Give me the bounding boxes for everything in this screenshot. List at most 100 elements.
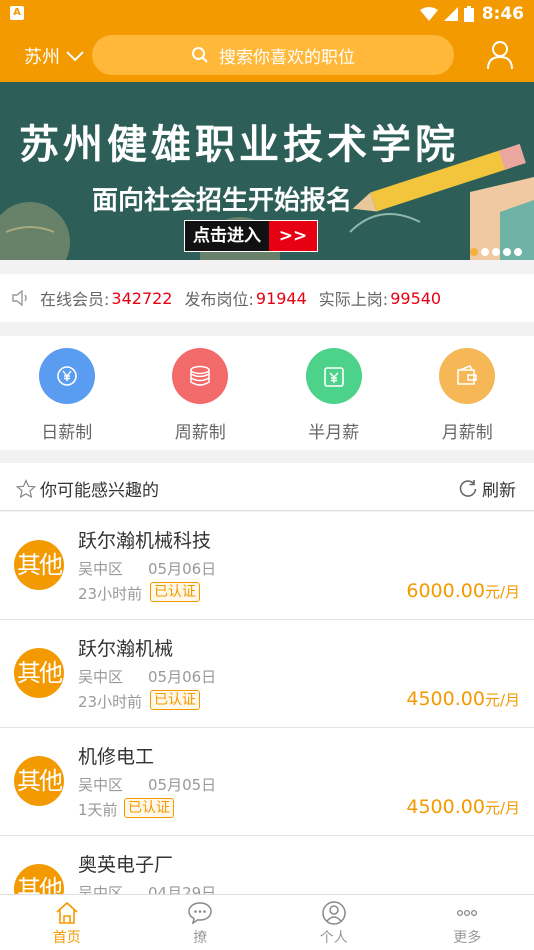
job-date: 04月29日	[148, 884, 217, 894]
salary-amount: 4500.00	[406, 796, 485, 818]
recommend-header: 你可能感兴趣的 刷新	[0, 463, 534, 511]
salary-unit: 元/月	[484, 691, 520, 709]
online-members-value: 342722	[111, 288, 173, 308]
job-posted-ago: 1天前	[78, 801, 118, 819]
posted-jobs-label: 发布岗位:	[184, 290, 254, 309]
category-label: 周薪制	[174, 423, 226, 443]
banner-dot[interactable]	[481, 248, 489, 256]
job-posted-ago: 23小时前	[78, 585, 143, 603]
banner-cta-arrow: >>	[269, 221, 317, 251]
salary-unit: 元/月	[484, 799, 520, 817]
verified-badge: 已认证	[150, 582, 200, 602]
job-category-avatar: 其他	[14, 648, 64, 698]
promo-banner[interactable]: 苏州健雄职业技术学院 面向社会招生开始报名 点击进入 >>	[0, 82, 534, 260]
salary-amount: 6000.00	[406, 580, 485, 602]
job-title: 机修电工	[78, 746, 155, 768]
refresh-button[interactable]: 刷新	[458, 476, 516, 501]
job-list: 其他 跃尔瀚机械科技 吴中区 05月06日 23小时前 已认证 6000.00元…	[0, 512, 534, 894]
job-list-item[interactable]: 其他 奥英电子厂 吴中区 04月29日	[0, 836, 534, 894]
job-salary: 4500.00元/月	[406, 688, 520, 710]
job-area: 吴中区	[78, 776, 124, 794]
search-bar[interactable]: 搜索你喜欢的职位	[92, 35, 454, 75]
job-list-item[interactable]: 其他 机修电工 吴中区 05月05日 1天前 已认证 4500.00元/月	[0, 728, 534, 836]
tab-label: 首页	[52, 930, 81, 946]
wallet-icon	[439, 348, 496, 404]
tab-chat[interactable]: 撩	[134, 895, 268, 950]
job-category-avatar: 其他	[14, 540, 64, 590]
category-label: 半月薪	[308, 423, 360, 443]
banner-title: 苏州健雄职业技术学院	[19, 122, 459, 168]
verified-badge: 已认证	[150, 690, 200, 710]
banner-subtitle: 面向社会招生开始报名	[91, 186, 352, 216]
category-monthly-pay[interactable]: 月薪制	[401, 336, 534, 450]
tab-label: 撩	[193, 930, 208, 946]
recommend-title-text: 你可能感兴趣的	[40, 481, 159, 501]
wifi-icon	[420, 7, 438, 21]
refresh-icon	[459, 479, 477, 497]
refresh-label: 刷新	[482, 481, 516, 501]
battery-icon	[464, 6, 474, 22]
job-area: 吴中区	[78, 884, 124, 894]
user-icon[interactable]	[486, 40, 514, 70]
search-placeholder: 搜索你喜欢的职位	[219, 47, 355, 68]
category-semimonthly-pay[interactable]: 半月薪	[267, 336, 401, 450]
verified-badge: 已认证	[124, 798, 174, 818]
job-salary: 6000.00元/月	[406, 580, 520, 602]
job-category-avatar: 其他	[14, 864, 64, 894]
posted-jobs-value: 91944	[255, 288, 307, 308]
job-date: 05月05日	[148, 776, 217, 794]
online-members-label: 在线会员:	[40, 290, 110, 309]
status-bar: A 8:46	[0, 0, 534, 28]
yen-coin-icon	[38, 348, 95, 404]
tab-label: 更多	[453, 930, 482, 946]
tab-more[interactable]: 更多	[401, 895, 534, 950]
signal-icon	[444, 7, 458, 21]
actual-hired-value: 99540	[390, 288, 442, 308]
job-category-avatar: 其他	[14, 756, 64, 806]
job-date: 05月06日	[148, 668, 217, 686]
search-icon	[192, 47, 208, 63]
job-area: 吴中区	[78, 560, 124, 578]
job-salary: 4500.00元/月	[406, 796, 520, 818]
recommend-title: 你可能感兴趣的	[16, 476, 159, 501]
job-title: 跃尔瀚机械	[78, 638, 174, 660]
banner-enter-button[interactable]: 点击进入 >>	[184, 220, 318, 252]
job-list-item[interactable]: 其他 跃尔瀚机械科技 吴中区 05月06日 23小时前 已认证 6000.00元…	[0, 512, 534, 620]
job-area: 吴中区	[78, 668, 124, 686]
chat-icon	[188, 902, 213, 925]
bottom-tab-bar: 首页 撩 个人 更多	[0, 894, 534, 950]
banner-dot[interactable]	[514, 248, 522, 256]
system-icons	[420, 6, 474, 22]
city-selector[interactable]: 苏州	[24, 43, 84, 69]
star-icon	[16, 478, 36, 498]
banner-dot[interactable]	[470, 248, 478, 256]
banner-cta-label: 点击进入	[185, 221, 269, 251]
category-weekly-pay[interactable]: 周薪制	[134, 336, 268, 450]
person-icon	[322, 901, 346, 925]
site-stats: 在线会员: 342722 发布岗位: 91944 实际上岗: 99540	[0, 274, 534, 322]
more-icon	[457, 909, 478, 917]
banner-dot[interactable]	[492, 248, 500, 256]
salary-amount: 4500.00	[406, 688, 485, 710]
salary-unit: 元/月	[484, 583, 520, 601]
notification-app-icon: A	[10, 6, 24, 20]
app-header: 苏州 搜索你喜欢的职位	[0, 28, 534, 82]
home-icon	[56, 901, 78, 924]
job-title: 跃尔瀚机械科技	[78, 530, 212, 552]
city-label: 苏州	[24, 47, 60, 68]
job-list-item[interactable]: 其他 跃尔瀚机械 吴中区 05月06日 23小时前 已认证 4500.00元/月	[0, 620, 534, 728]
category-label: 日薪制	[41, 423, 93, 443]
banner-dot[interactable]	[503, 248, 511, 256]
job-posted-ago: 23小时前	[78, 693, 143, 711]
chevron-down-icon	[66, 51, 84, 61]
category-daily-pay[interactable]: 日薪制	[0, 336, 134, 450]
job-date: 05月06日	[148, 560, 217, 578]
clock: 8:46	[481, 4, 524, 24]
actual-hired-label: 实际上岗:	[318, 290, 389, 309]
banner-pagination	[470, 248, 522, 256]
tab-profile[interactable]: 个人	[267, 895, 401, 950]
tab-label: 个人	[319, 930, 348, 946]
tab-home[interactable]: 首页	[0, 895, 134, 950]
coin-stack-icon	[172, 348, 229, 404]
salary-categories: 日薪制 周薪制 半月薪 月薪制	[0, 336, 534, 450]
